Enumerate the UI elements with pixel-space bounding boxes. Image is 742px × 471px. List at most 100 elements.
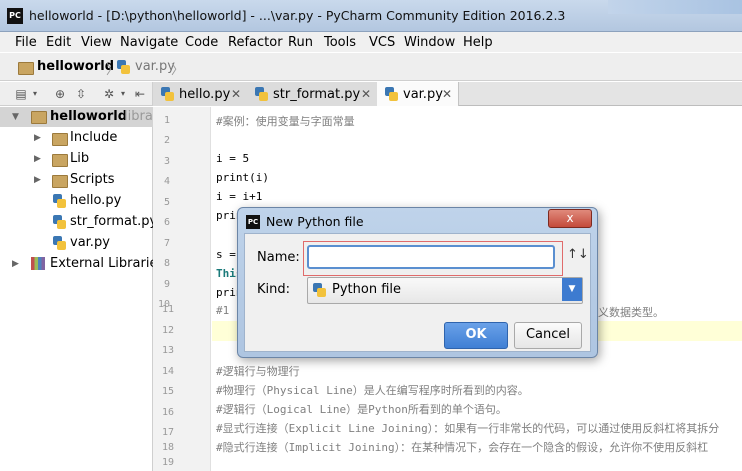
menu-run[interactable]: Run — [288, 35, 313, 50]
tree-item-helloworld[interactable]: ▼ helloworld librar — [0, 107, 158, 127]
line-number: 16 — [161, 407, 174, 418]
breadcrumb-project[interactable]: helloworld — [37, 59, 114, 74]
pycharm-icon: PC — [246, 215, 260, 229]
pycharm-icon: PC — [7, 8, 23, 24]
menu-edit[interactable]: Edit — [46, 35, 71, 50]
folder-icon — [31, 111, 47, 124]
editor-gutter: 1 2 3 4 5 6 7 8 9 10 11 12 13 14 15 16 1… — [153, 107, 211, 471]
name-input[interactable] — [307, 245, 555, 269]
cancel-button[interactable]: Cancel — [514, 322, 582, 349]
code-line: #1 — [216, 304, 230, 317]
kind-value: Python file — [332, 282, 401, 297]
name-label: Name: — [257, 250, 300, 265]
dropdown-arrow-icon[interactable]: ▾ — [116, 87, 130, 101]
tree-item-label: Include — [70, 130, 118, 145]
line-number: 18 — [161, 442, 174, 453]
project-tree: ▼ helloworld librar ▶ Include ▶ Lib ▶ Sc… — [0, 107, 164, 471]
menu-code[interactable]: Code — [185, 35, 218, 50]
tree-item-var-py[interactable]: var.py — [0, 233, 153, 253]
code-line: #逻辑行（Logical Line）是Python所看到的单个语句。 — [216, 403, 507, 416]
tab-var-py[interactable]: var.py ✕ — [377, 82, 459, 106]
line-number: 8 — [163, 258, 170, 269]
close-icon[interactable]: ✕ — [231, 87, 241, 101]
dropdown-arrow-icon[interactable]: ▾ — [28, 87, 42, 101]
scroll-from-source-icon[interactable]: ⊕ — [53, 87, 67, 101]
menu-file[interactable]: File — [15, 35, 37, 50]
code-line: s = — [216, 248, 236, 261]
tree-item-lib[interactable]: ▶ Lib — [0, 149, 153, 169]
tree-item-label: helloworld — [50, 109, 128, 124]
tab-label: str_format.py — [273, 87, 361, 102]
line-number: 14 — [161, 366, 174, 377]
folder-icon — [52, 154, 68, 167]
collapse-arrow-icon[interactable]: ▶ — [34, 154, 41, 164]
tree-item-scripts[interactable]: ▶ Scripts — [0, 170, 153, 190]
title-bar: PC helloworld - [D:\python\helloworld] -… — [0, 0, 742, 32]
sort-icon[interactable]: ↑↓ — [567, 247, 589, 262]
kind-select[interactable]: Python file ▼ — [307, 277, 583, 304]
tab-str-format-py[interactable]: str_format.py ✕ — [247, 82, 378, 106]
dialog-body: Name: ↑↓ Kind: Python file ▼ OK Cancel — [244, 233, 591, 352]
menu-window[interactable]: Window — [404, 35, 455, 50]
tree-item-label: str_format.py — [70, 214, 158, 229]
line-number: 4 — [163, 176, 170, 187]
code-line: #显式行连接（Explicit Line Joining）：如果有一行非常长的代… — [216, 422, 720, 435]
code-line-tail: 义数据类型。 — [598, 306, 664, 319]
collapse-arrow-icon[interactable]: ▶ — [34, 133, 41, 143]
folder-icon — [18, 62, 34, 75]
code-line: #物理行（Physical Line）是人在编写程序时所看到的内容。 — [216, 384, 529, 397]
line-number: 12 — [161, 325, 174, 336]
folder-icon — [52, 133, 68, 146]
tree-item-external-libraries[interactable]: ▶ External Libraries — [0, 254, 164, 274]
ok-button[interactable]: OK — [444, 322, 508, 349]
menu-navigate[interactable]: Navigate — [120, 35, 178, 50]
breadcrumb-separator-icon: 〉 — [171, 63, 185, 78]
editor-tabs: hello.py ✕ str_format.py ✕ var.py ✕ — [153, 82, 742, 106]
python-file-icon — [53, 236, 66, 250]
collapse-all-icon[interactable]: ⇳ — [74, 87, 88, 101]
close-icon[interactable]: ✕ — [361, 87, 371, 101]
code-line: #隐式行连接（Implicit Joining）：在某种情况下，会存在一个隐含的… — [216, 441, 709, 454]
navigation-bar: helloworld 〉 var.py 〉 — [0, 53, 742, 81]
menu-vcs[interactable]: VCS — [369, 35, 395, 50]
folder-icon — [52, 175, 68, 188]
expand-arrow-icon[interactable]: ▼ — [12, 112, 19, 122]
line-number: 11 — [161, 304, 174, 315]
menu-bar: File Edit View Navigate Code Refactor Ru… — [0, 32, 742, 52]
python-file-icon — [385, 87, 398, 101]
tree-item-label: Scripts — [70, 172, 115, 187]
code-line: i = 5 — [216, 152, 250, 165]
line-number: 6 — [163, 217, 170, 228]
tree-item-str-format-py[interactable]: str_format.py — [0, 212, 157, 232]
kind-label: Kind: — [257, 282, 291, 297]
menu-view[interactable]: View — [81, 35, 112, 50]
code-line: print(i) — [216, 171, 269, 184]
close-icon[interactable]: ✕ — [442, 87, 452, 101]
window-title: helloworld - [D:\python\helloworld] - ..… — [29, 8, 566, 23]
library-icon — [31, 257, 45, 270]
code-line: #案例：使用变量与字面常量 — [216, 115, 355, 128]
menu-help[interactable]: Help — [463, 35, 493, 50]
close-button[interactable]: x — [548, 209, 592, 228]
tree-item-include[interactable]: ▶ Include — [0, 128, 153, 148]
chevron-down-icon[interactable]: ▼ — [562, 278, 582, 301]
tab-label: var.py — [403, 87, 443, 102]
python-file-icon — [313, 283, 326, 297]
line-number: 19 — [161, 457, 174, 468]
breadcrumb-file[interactable]: var.py — [135, 59, 175, 74]
tree-item-hello-py[interactable]: hello.py — [0, 191, 153, 211]
project-toolbar: ▤ ▾ ⊕ ⇳ ✲ ▾ ⇤ — [0, 82, 153, 106]
code-line: #逻辑行与物理行 — [216, 365, 300, 378]
new-python-file-dialog: PC New Python file x Name: ↑↓ Kind: Pyth… — [237, 207, 598, 358]
menu-tools[interactable]: Tools — [324, 35, 356, 50]
collapse-arrow-icon[interactable]: ▶ — [12, 259, 19, 269]
collapse-arrow-icon[interactable]: ▶ — [34, 175, 41, 185]
python-file-icon — [117, 60, 130, 74]
project-view-icon[interactable]: ▤ — [14, 87, 28, 101]
hide-panel-icon[interactable]: ⇤ — [133, 87, 147, 101]
line-number: 17 — [161, 427, 174, 438]
line-number: 2 — [163, 135, 170, 146]
menu-refactor[interactable]: Refactor — [228, 35, 283, 50]
tab-hello-py[interactable]: hello.py ✕ — [153, 82, 248, 106]
gear-icon[interactable]: ✲ — [102, 87, 116, 101]
